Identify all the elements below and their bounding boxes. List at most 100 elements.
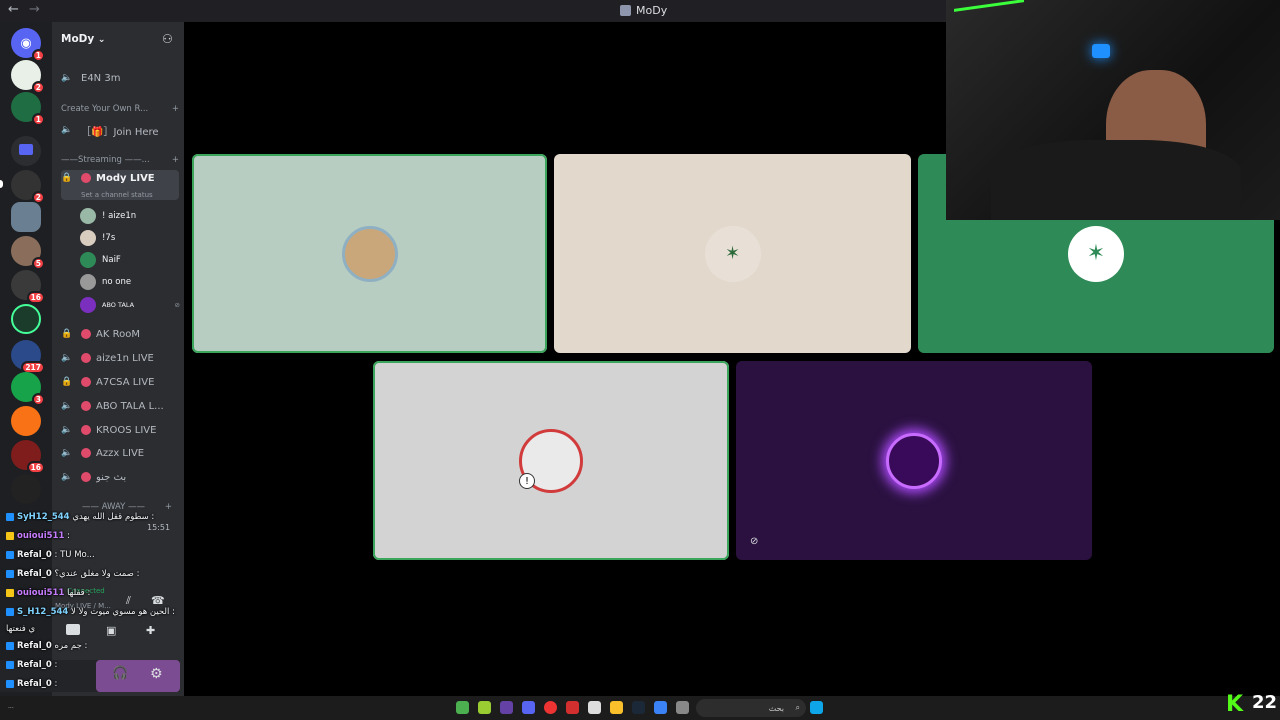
video-tile-2[interactable]: ✶ xyxy=(554,154,911,353)
discord-icon[interactable] xyxy=(522,701,535,714)
speaker-icon: 🔈 xyxy=(61,401,73,411)
taskbar: ... بحث ⌕ xyxy=(0,696,1280,720)
calendar-icon[interactable] xyxy=(588,701,601,714)
server-badge: 16 xyxy=(26,291,45,304)
avatar xyxy=(80,230,96,246)
disconnect-icon[interactable]: ☎ xyxy=(151,594,165,607)
screen-share-icon[interactable]: ▣ xyxy=(106,624,116,637)
live-dot-icon xyxy=(81,448,91,458)
voice-channel[interactable]: 🔒 AK RooM xyxy=(61,324,179,344)
server-badge: 2 xyxy=(31,81,45,94)
voice-member[interactable]: NaiF xyxy=(80,250,180,270)
live-dot-icon xyxy=(81,401,91,411)
server-grey-icon[interactable] xyxy=(11,474,41,504)
server-anime-icon[interactable]: 16 xyxy=(11,270,45,304)
server-hhhu-icon[interactable] xyxy=(11,304,41,334)
video-tile-1[interactable] xyxy=(192,154,547,353)
server-orange-icon[interactable] xyxy=(11,406,41,436)
speaker-icon: 🔈 xyxy=(61,472,73,482)
speaker-icon: 🔈 xyxy=(61,73,73,83)
back-arrow-icon[interactable]: ← xyxy=(8,2,19,17)
lock-icon: 🔒 xyxy=(61,329,73,339)
folder-icon[interactable] xyxy=(11,136,41,166)
search-icon: ⌕ xyxy=(795,703,800,712)
avatar xyxy=(80,208,96,224)
channel-status[interactable]: Set a channel status xyxy=(81,191,153,199)
xbox-icon[interactable] xyxy=(478,701,491,714)
noise-suppression-icon[interactable]: ⫽ xyxy=(126,594,131,608)
chat-message: ي فنعتها xyxy=(6,624,36,634)
app-icon[interactable] xyxy=(456,701,469,714)
home-badge: 1 xyxy=(31,49,45,62)
server-portrait-icon[interactable]: 5 xyxy=(11,236,45,270)
category-streaming[interactable]: ——Streaming ——... + xyxy=(61,155,179,165)
voice-channel[interactable]: 🔈 KROOS LIVE xyxy=(61,420,179,440)
lock-icon: 🔒 xyxy=(61,377,73,387)
voice-member[interactable]: no one xyxy=(80,272,180,292)
server-badge: 5 xyxy=(31,257,45,270)
steam-icon[interactable] xyxy=(632,701,645,714)
server-badge: 3 xyxy=(31,393,45,406)
activities-icon[interactable]: ✚ xyxy=(146,624,155,637)
speaker-icon: 🔈 xyxy=(61,448,73,458)
camera-icon[interactable] xyxy=(66,624,80,635)
server-name-header[interactable]: MoDy ⌄ xyxy=(61,33,105,45)
clock: 22 xyxy=(1252,692,1278,713)
chat-message: ouioui511 : xyxy=(6,531,70,541)
app-icon[interactable] xyxy=(566,701,579,714)
chrome-icon[interactable] xyxy=(544,701,557,714)
voice-channel[interactable]: 🔈 ［🎁］Join Here xyxy=(61,120,179,140)
speaker-icon: 🔈 xyxy=(61,125,73,135)
voice-channel[interactable]: 🔈 aize1n LIVE xyxy=(61,348,179,368)
video-tile-4[interactable]: ! xyxy=(373,361,729,560)
deafened-icon: ⊘ xyxy=(174,301,180,309)
app-icon[interactable] xyxy=(676,701,689,714)
voice-member[interactable]: !7s xyxy=(80,228,180,248)
voice-channel[interactable]: 🔈 Azzx LIVE xyxy=(61,443,179,463)
live-dot-icon xyxy=(81,425,91,435)
server-badge: 1 xyxy=(31,113,45,126)
server-blue-icon[interactable]: 217 xyxy=(11,340,45,374)
server-group-icon[interactable] xyxy=(11,202,41,232)
forward-arrow-icon[interactable]: → xyxy=(29,2,40,17)
voice-member[interactable]: ABO TALA ⊘ xyxy=(80,295,180,315)
folder-icon[interactable] xyxy=(610,701,623,714)
server-green-icon[interactable]: 1 xyxy=(11,92,45,126)
search-input[interactable]: بحث ⌕ xyxy=(696,699,806,717)
live-dot-icon xyxy=(81,472,91,482)
server-ball-icon[interactable]: 3 xyxy=(11,372,45,406)
discord-home-icon[interactable]: ◉ 1 xyxy=(11,28,45,62)
server-red-icon[interactable]: 16 xyxy=(11,440,45,474)
deafened-icon: ⊘ xyxy=(750,536,759,547)
voice-channel[interactable]: 🔈 E4N 3m xyxy=(61,68,179,88)
headphones-icon[interactable]: 🎧 xyxy=(112,666,128,681)
speaker-icon: 🔈 xyxy=(61,425,73,435)
avatar xyxy=(341,225,398,282)
chat-message: ouioui511 قفلها : xyxy=(6,588,90,598)
user-panel-highlight xyxy=(96,660,180,692)
streamer-webcam xyxy=(946,0,1280,220)
chat-message: Refal_0 صمت ولا مغلق عندي؟ : xyxy=(6,569,139,579)
gear-icon[interactable]: ⚙ xyxy=(150,666,163,682)
warning-icon: ! xyxy=(519,473,535,489)
unread-pill xyxy=(0,180,3,188)
category-create[interactable]: Create Your Own R... + xyxy=(61,104,179,114)
voice-channel[interactable]: 🔈 بث جنو xyxy=(61,467,179,487)
app-icon[interactable] xyxy=(654,701,667,714)
app-icon xyxy=(620,5,631,16)
avatar xyxy=(80,274,96,290)
avatar: ✶ xyxy=(1068,225,1124,282)
category-away[interactable]: —— AWAY —— + xyxy=(82,502,172,512)
server-dark-icon[interactable]: 2 xyxy=(11,170,45,204)
chat-message: Refal_0 جم مره : xyxy=(6,641,87,651)
app-icon[interactable] xyxy=(500,701,513,714)
avatar: ✶ xyxy=(704,225,761,282)
voice-channel[interactable]: 🔒 A7CSA LIVE xyxy=(61,372,179,392)
video-tile-5[interactable]: ⊘ xyxy=(736,361,1092,560)
voice-member[interactable]: ! aize1n xyxy=(80,206,180,226)
server-saudi-icon[interactable]: 2 xyxy=(11,60,45,94)
windows-start-icon[interactable] xyxy=(810,701,823,714)
add-member-icon[interactable]: ⚇ xyxy=(162,32,173,46)
live-dot-icon xyxy=(81,329,91,339)
voice-channel[interactable]: 🔈 ABO TALA L... xyxy=(61,396,179,416)
